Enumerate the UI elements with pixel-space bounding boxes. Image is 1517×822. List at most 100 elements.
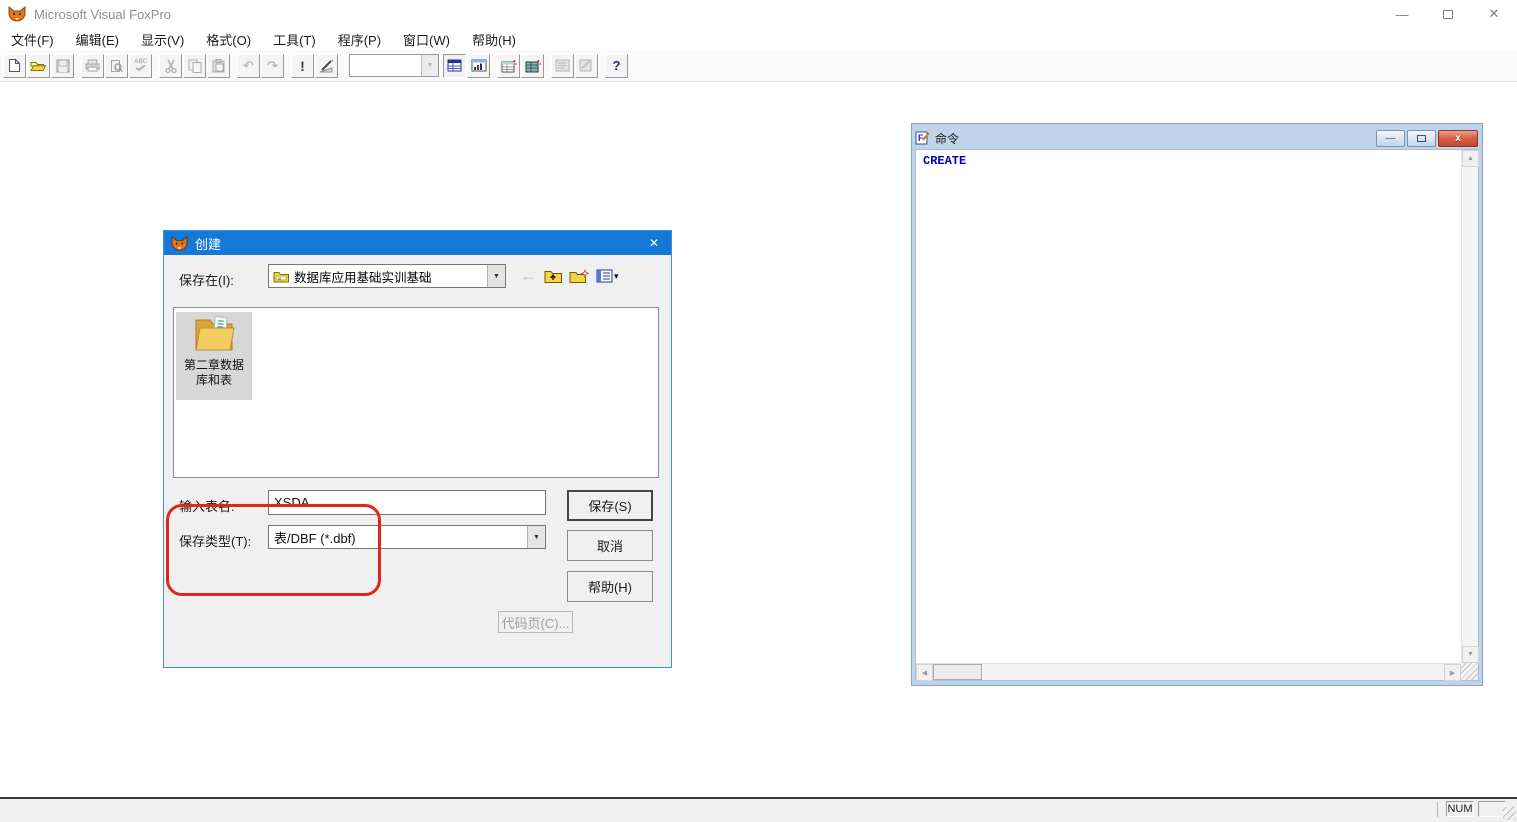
help-question-icon: ? xyxy=(613,58,621,73)
current-folder-icon xyxy=(273,270,290,283)
num-lock-indicator: NUM xyxy=(1446,801,1474,817)
command-horizontal-scrollbar[interactable]: ◀ ▶ xyxy=(916,663,1461,680)
close-button[interactable]: ✕ xyxy=(1471,0,1517,28)
command-close-button[interactable]: x xyxy=(1438,130,1478,147)
autoreport-button[interactable] xyxy=(575,54,598,78)
dialog-close-button[interactable]: ✕ xyxy=(637,231,671,255)
view-menu-caret-icon: ▾ xyxy=(614,271,619,282)
command-window-titlebar[interactable]: F 命令 — x xyxy=(915,127,1479,149)
statusbar-resize-grip[interactable] xyxy=(1503,807,1516,820)
save-type-dropdown-icon[interactable]: ▼ xyxy=(527,526,545,548)
cancel-button[interactable]: 取消 xyxy=(567,530,653,561)
command-window[interactable]: F 命令 — x CREATE ▲ ▼ ◀ ▶ xyxy=(911,123,1483,686)
save-button-toolbar[interactable] xyxy=(51,54,74,78)
command-window-content[interactable]: CREATE ▲ ▼ ◀ ▶ xyxy=(915,149,1479,681)
command-minimize-button[interactable]: — xyxy=(1376,130,1405,147)
menu-file[interactable]: 文件(F) xyxy=(0,28,65,51)
print-button[interactable] xyxy=(81,54,104,78)
scroll-left-icon[interactable]: ◀ xyxy=(916,664,933,681)
table-name-value: XSDA xyxy=(274,495,309,510)
minimize-button[interactable]: — xyxy=(1379,0,1425,28)
folder-item[interactable]: 第二章数据库和表 xyxy=(176,312,252,400)
save-type-select[interactable]: 表/DBF (*.dbf) ▼ xyxy=(268,525,546,549)
print-preview-button[interactable] xyxy=(105,54,128,78)
combobox-dropdown-icon[interactable]: ▼ xyxy=(421,55,438,76)
command-text[interactable]: CREATE xyxy=(923,154,966,168)
save-type-label: 保存类型(T): xyxy=(179,531,251,550)
maximize-button[interactable] xyxy=(1425,0,1471,28)
create-dialog[interactable]: 创建 ✕ 保存在(I): 数据库应用基础实训基础 ▼ ← xyxy=(163,230,672,668)
save-in-combobox[interactable]: 数据库应用基础实训基础 ▼ xyxy=(268,264,506,288)
command-maximize-button[interactable] xyxy=(1407,130,1436,147)
help-button[interactable]: 帮助(H) xyxy=(567,571,653,602)
cut-scissors-icon xyxy=(165,59,177,73)
new-document-icon xyxy=(8,58,21,73)
browse-window-button[interactable] xyxy=(443,54,466,78)
table-name-input[interactable]: XSDA xyxy=(268,490,546,515)
menu-format[interactable]: 格式(O) xyxy=(195,28,262,51)
help-button-toolbar[interactable]: ? xyxy=(605,54,628,78)
folder-icon xyxy=(190,312,238,356)
run-button[interactable]: ! xyxy=(291,54,314,78)
paste-clipboard-icon xyxy=(212,59,225,73)
copy-button[interactable] xyxy=(183,54,206,78)
modify-form-button[interactable] xyxy=(315,54,338,78)
save-in-value: 数据库应用基础实训基础 xyxy=(294,267,487,286)
table-designer-icon xyxy=(525,59,541,73)
command-vertical-scrollbar[interactable]: ▲ ▼ xyxy=(1461,150,1478,663)
table-name-label: 输入表名: xyxy=(179,496,235,515)
database-combobox[interactable]: ▼ xyxy=(349,54,439,77)
resize-grip[interactable] xyxy=(1461,663,1478,680)
menu-help[interactable]: 帮助(H) xyxy=(461,28,527,51)
database-designer-icon xyxy=(501,59,517,73)
up-one-level-icon[interactable] xyxy=(544,269,563,284)
foxpro-logo-icon xyxy=(8,6,26,22)
svg-text:F: F xyxy=(918,133,924,143)
new-folder-icon[interactable] xyxy=(569,269,590,284)
redo-button[interactable]: ↷ xyxy=(261,54,284,78)
menu-window[interactable]: 窗口(W) xyxy=(392,28,461,51)
view-menu-icon[interactable]: ▾ xyxy=(596,269,619,283)
statusbar-panel-divider xyxy=(1437,802,1438,817)
foxpro-dialog-icon xyxy=(171,236,188,251)
command-window-title: 命令 xyxy=(935,130,959,147)
open-folder-icon xyxy=(30,59,47,72)
scroll-right-icon[interactable]: ▶ xyxy=(1444,664,1461,681)
browse-table-icon xyxy=(447,59,462,72)
app-titlebar: Microsoft Visual FoxPro — ✕ xyxy=(0,0,1517,28)
scroll-down-icon[interactable]: ▼ xyxy=(1462,646,1479,663)
standard-toolbar: ABC ↶ ↷ ! xyxy=(0,50,1517,82)
menu-tools[interactable]: 工具(T) xyxy=(262,28,327,51)
paste-button[interactable] xyxy=(207,54,230,78)
autoform-button[interactable] xyxy=(551,54,574,78)
form-designer-button[interactable] xyxy=(467,54,490,78)
undo-button[interactable]: ↶ xyxy=(237,54,260,78)
scroll-up-icon[interactable]: ▲ xyxy=(1462,150,1479,167)
database-designer-button[interactable] xyxy=(497,54,520,78)
menu-program[interactable]: 程序(P) xyxy=(327,28,392,51)
spell-check-button[interactable]: ABC xyxy=(129,54,152,78)
new-button[interactable] xyxy=(3,54,26,78)
copy-icon xyxy=(188,59,202,73)
save-button[interactable]: 保存(S) xyxy=(567,490,653,521)
save-floppy-icon xyxy=(56,59,70,73)
autoreport-disabled-icon xyxy=(579,59,594,72)
save-in-dropdown-icon[interactable]: ▼ xyxy=(487,265,505,287)
menu-bar: 文件(F) 编辑(E) 显示(V) 格式(O) 工具(T) 程序(P) 窗口(W… xyxy=(0,28,1517,50)
red-annotation-circle xyxy=(166,504,381,596)
back-icon: ← xyxy=(520,266,537,286)
create-dialog-title: 创建 xyxy=(195,234,221,253)
menu-edit[interactable]: 编辑(E) xyxy=(65,28,130,51)
create-dialog-titlebar[interactable]: 创建 ✕ xyxy=(164,231,671,255)
open-button[interactable] xyxy=(27,54,50,78)
menu-view[interactable]: 显示(V) xyxy=(130,28,195,51)
spell-check-icon: ABC xyxy=(130,59,151,73)
table-designer-button[interactable] xyxy=(521,54,544,78)
cut-button[interactable] xyxy=(159,54,182,78)
horizontal-scroll-thumb[interactable] xyxy=(933,664,982,680)
statusbar-empty-panel xyxy=(1478,801,1506,817)
codepage-button[interactable]: 代码页(C)... xyxy=(498,611,573,633)
command-window-icon: F xyxy=(915,131,930,145)
status-bar: NUM xyxy=(0,799,1517,822)
file-list[interactable]: 第二章数据库和表 xyxy=(173,307,659,478)
